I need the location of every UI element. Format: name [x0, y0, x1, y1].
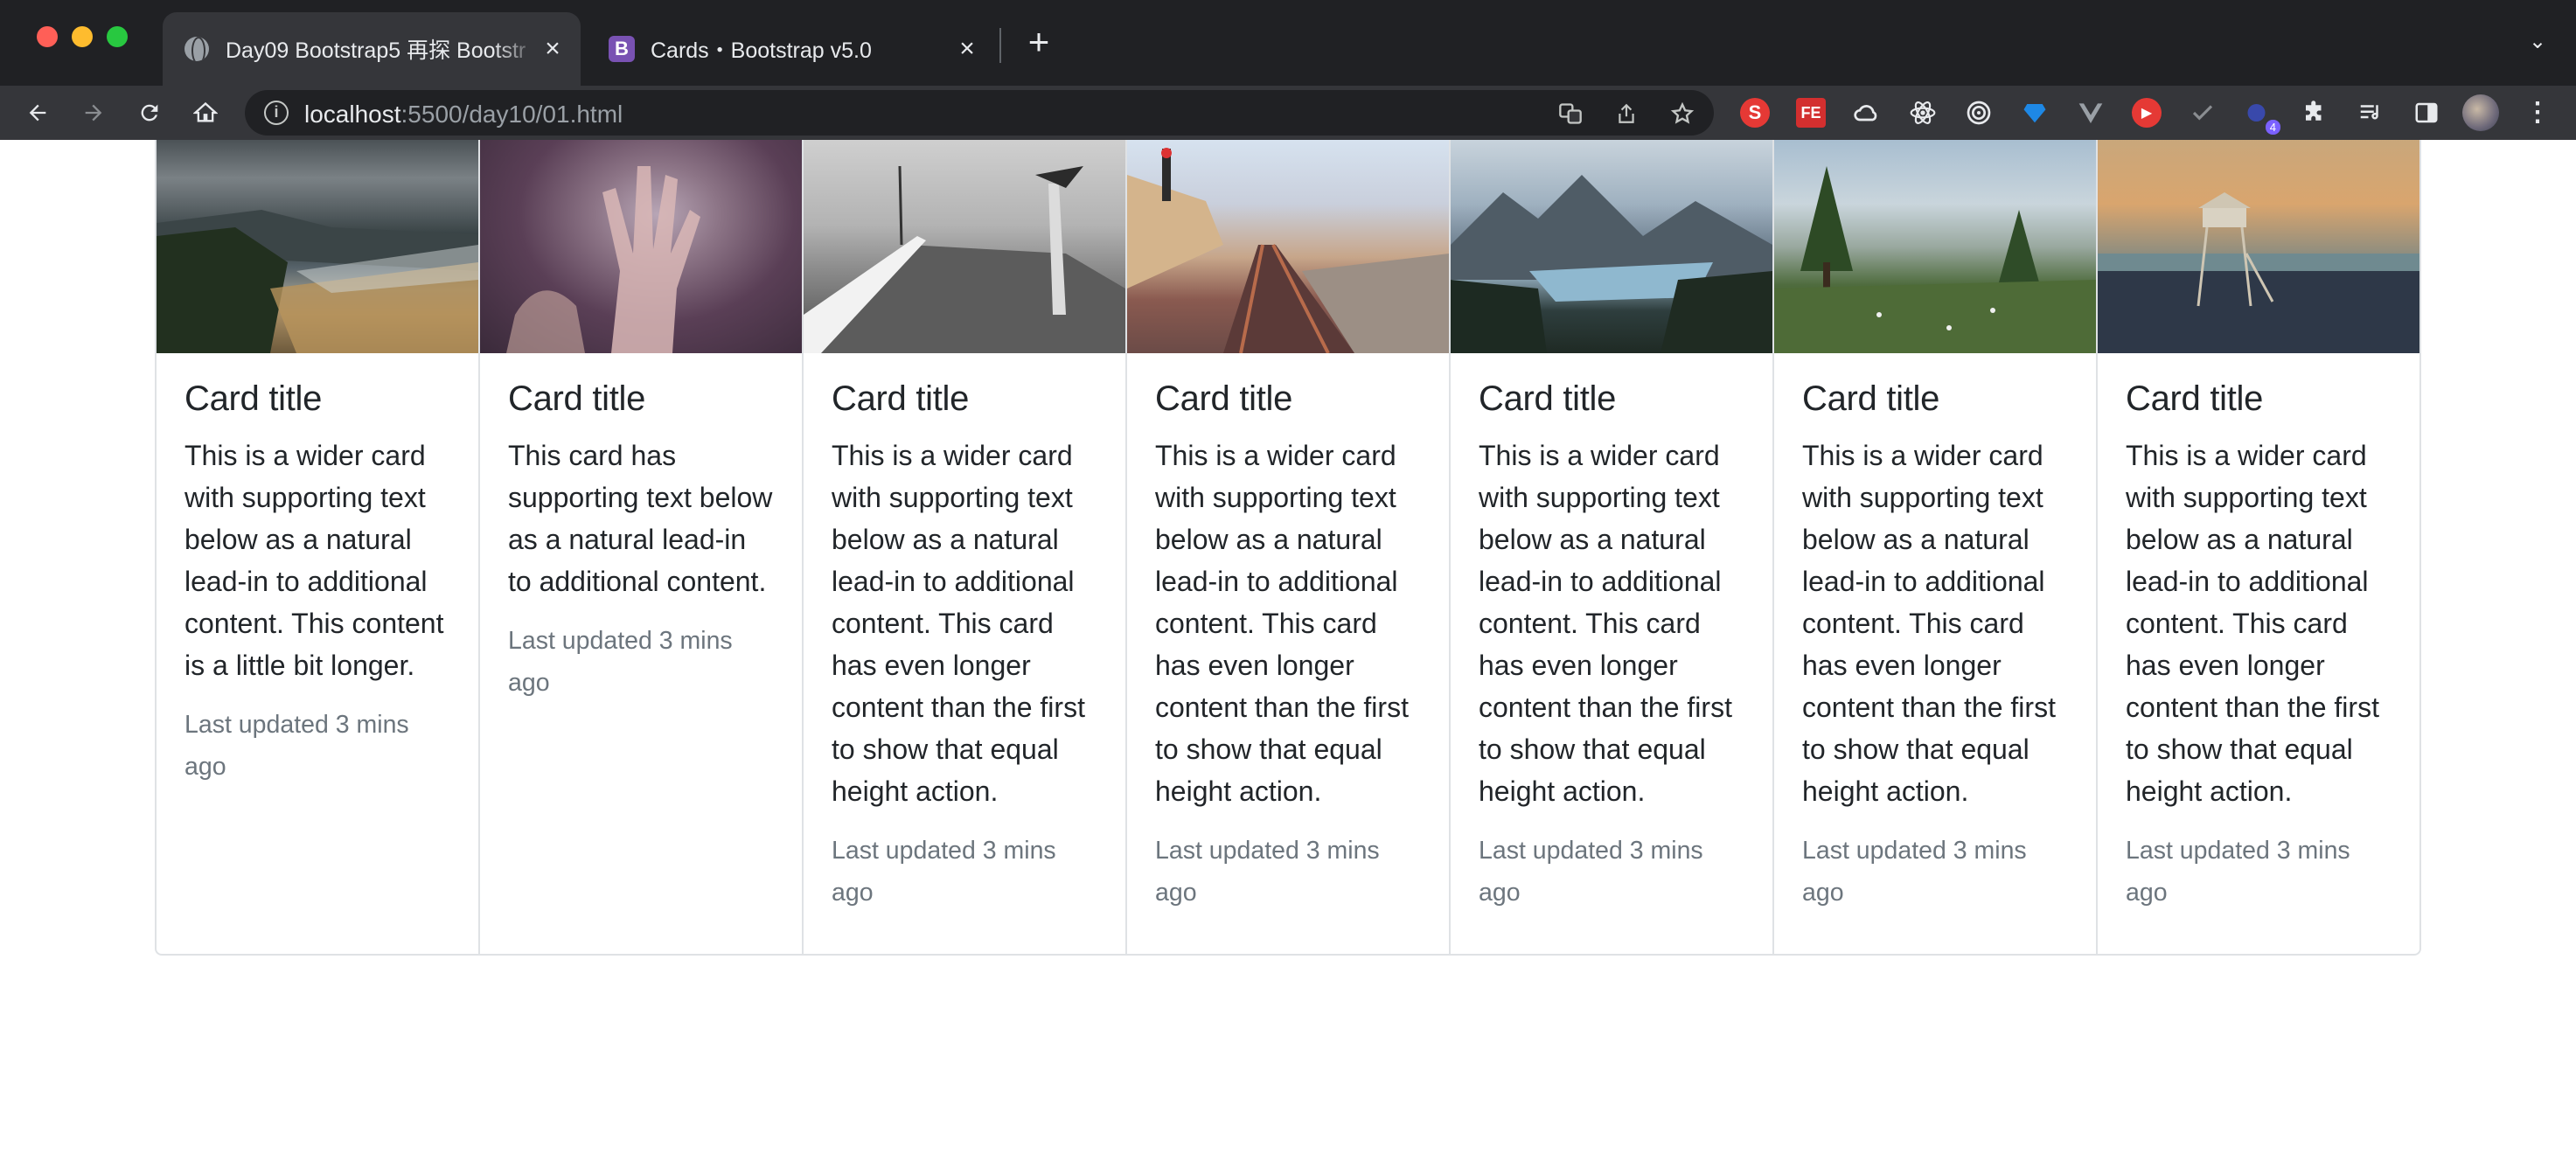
card-updated-text: Last updated 3 mins ago: [184, 711, 409, 781]
card-updated-text: Last updated 3 mins ago: [2126, 837, 2350, 907]
puzzle-extensions-icon[interactable]: [2298, 96, 2331, 129]
vue-devtools-icon[interactable]: [2074, 96, 2107, 129]
card-title: Card title: [1155, 379, 1293, 418]
new-tab-button[interactable]: +: [1020, 23, 1058, 61]
card-image-coastal-railway: [1127, 140, 1449, 353]
card: Card title This is a wider card with sup…: [1774, 140, 2098, 954]
card-title: Card title: [1479, 379, 1617, 418]
card-title: Card title: [184, 379, 323, 418]
close-icon[interactable]: ×: [540, 34, 565, 63]
bootstrap-icon: B: [609, 36, 635, 62]
share-icon[interactable]: [1611, 98, 1642, 129]
card-text: This card has supporting text below as a…: [508, 440, 773, 597]
card-body: Card title This is a wider card with sup…: [2098, 353, 2419, 914]
card: Card title This card has supporting text…: [480, 140, 804, 954]
cloud-extension-icon[interactable]: [1850, 96, 1883, 129]
card-title: Card title: [1802, 379, 1940, 418]
card-updated-text: Last updated 3 mins ago: [832, 837, 1056, 907]
card: Card title This is a wider card with sup…: [157, 140, 480, 954]
close-icon[interactable]: ×: [955, 34, 979, 63]
chevron-down-icon[interactable]: ⌄: [2522, 26, 2553, 58]
card-title: Card title: [508, 379, 646, 418]
tab-title: Cards・Bootstrap v5.0: [651, 38, 872, 63]
extension-badge: 4: [2265, 120, 2280, 135]
side-panel-icon[interactable]: [2410, 96, 2443, 129]
card: Card title This is a wider card with sup…: [2098, 140, 2419, 954]
card: Card title This is a wider card with sup…: [804, 140, 1127, 954]
profile-avatar[interactable]: [2462, 94, 2499, 131]
notification-extension-icon[interactable]: 4: [2242, 96, 2280, 135]
maximize-window-button[interactable]: [107, 26, 128, 47]
tab-separator: [999, 28, 1001, 63]
card-title: Card title: [832, 379, 970, 418]
reload-icon[interactable]: [129, 93, 170, 133]
card-body: Card title This is a wider card with sup…: [1451, 353, 1772, 914]
url-host: localhost: [304, 101, 401, 128]
target-extension-icon[interactable]: [1962, 96, 1995, 129]
card-text: This is a wider card with supporting tex…: [1802, 440, 2056, 807]
card-group: Card title This is a wider card with sup…: [155, 140, 2421, 956]
play-extension-icon[interactable]: ▶: [2130, 96, 2163, 129]
tab-title: Day09 Bootstrap5 再探 Bootstr: [226, 38, 526, 63]
card-image-meadow: [1774, 140, 2096, 353]
card: Card title This is a wider card with sup…: [1127, 140, 1451, 954]
card-text: This is a wider card with supporting tex…: [1155, 440, 1409, 807]
gem-extension-icon[interactable]: [2018, 96, 2051, 129]
url-path: :5500/day10/01.html: [400, 101, 623, 128]
url-text: localhost:5500/day10/01.html: [304, 101, 623, 129]
card-text: This is a wider card with supporting tex…: [832, 440, 1085, 807]
back-arrow-icon[interactable]: [17, 93, 58, 133]
card-updated-text: Last updated 3 mins ago: [1479, 837, 1703, 907]
minimize-window-button[interactable]: [72, 26, 93, 47]
card-text: This is a wider card with supporting tex…: [2126, 440, 2379, 807]
card-title: Card title: [2126, 379, 2264, 418]
bookmark-star-icon[interactable]: [1667, 98, 1698, 129]
page-viewport: Card title This is a wider card with sup…: [0, 140, 2576, 1175]
tab-day09[interactable]: Day09 Bootstrap5 再探 Bootstr ×: [163, 12, 581, 86]
card-image-pier: [804, 140, 1125, 353]
checkmark-extension-icon[interactable]: [2186, 96, 2219, 129]
card-body: Card title This is a wider card with sup…: [1127, 353, 1449, 914]
globe-icon: [184, 36, 210, 62]
card-updated-text: Last updated 3 mins ago: [508, 627, 733, 697]
home-icon[interactable]: [185, 93, 226, 133]
card-body: Card title This is a wider card with sup…: [804, 353, 1125, 914]
address-bar[interactable]: i localhost:5500/day10/01.html: [245, 90, 1714, 136]
card-body: Card title This card has supporting text…: [480, 353, 802, 704]
card-image-lifeguard-tower: [2098, 140, 2419, 353]
card-updated-text: Last updated 3 mins ago: [1802, 837, 2027, 907]
card: Card title This is a wider card with sup…: [1451, 140, 1774, 954]
more-menu-icon[interactable]: ⋮: [2522, 96, 2553, 129]
fe-extension-icon[interactable]: FE: [1794, 96, 1828, 129]
reading-list-icon[interactable]: [2354, 96, 2387, 129]
tab-bootstrap-cards[interactable]: B Cards・Bootstrap v5.0 ×: [588, 12, 995, 86]
bootstrap-logo: B: [609, 36, 635, 62]
site-info-icon[interactable]: i: [264, 101, 289, 125]
forward-arrow-icon[interactable]: [73, 93, 114, 133]
translate-icon[interactable]: [1555, 98, 1586, 129]
card-text: This is a wider card with supporting tex…: [1479, 440, 1732, 807]
card-updated-text: Last updated 3 mins ago: [1155, 837, 1380, 907]
close-window-button[interactable]: [37, 26, 58, 47]
react-devtools-icon[interactable]: [1906, 96, 1939, 129]
s-extension-icon[interactable]: S: [1738, 96, 1772, 129]
card-body: Card title This is a wider card with sup…: [157, 353, 478, 788]
card-image-hand-on-glass: [480, 140, 802, 353]
tab-strip: Day09 Bootstrap5 再探 Bootstr × B Cards・Bo…: [0, 0, 2576, 86]
card-body: Card title This is a wider card with sup…: [1774, 353, 2096, 914]
card-image-mountain-lake: [1451, 140, 1772, 353]
card-image-stormy-beach: [157, 140, 478, 353]
browser-toolbar: i localhost:5500/day10/01.html S FE ▶ 4 …: [0, 86, 2576, 140]
card-text: This is a wider card with supporting tex…: [184, 440, 444, 681]
